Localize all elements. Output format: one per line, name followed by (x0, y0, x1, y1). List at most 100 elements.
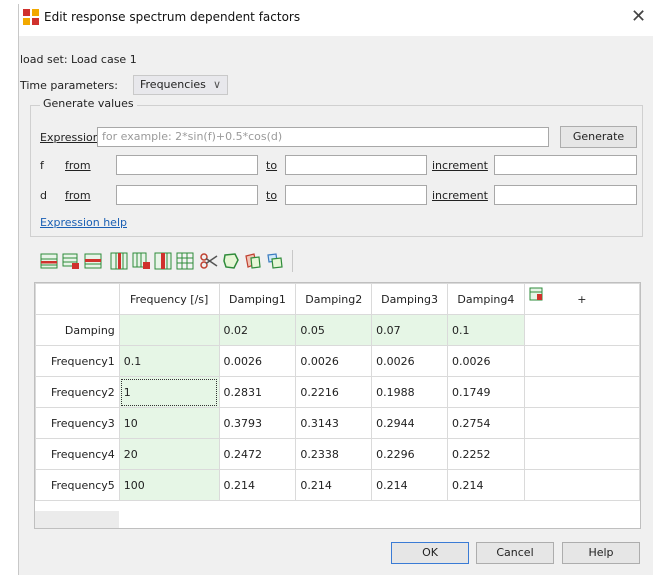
table-cell[interactable] (523, 345, 640, 377)
header-row: Frequency [/s] Damping1 Damping2 Damping… (35, 283, 640, 315)
table-cell[interactable]: 0.2296 (371, 438, 448, 470)
table-row: Frequency5 100 0.214 0.214 0.214 0.214 (35, 469, 640, 501)
table-cell[interactable] (118, 314, 220, 346)
d-increment-label: increment (432, 189, 488, 202)
row-header: Frequency5 (35, 469, 120, 501)
expression-input[interactable]: for example: 2*sin(f)+0.5*cos(d) (97, 127, 549, 147)
table-cell[interactable]: 0.214 (295, 469, 373, 501)
column-header[interactable]: Damping3 (371, 283, 448, 315)
load-set-label: load set: Load case 1 (20, 53, 137, 66)
d-to-label: to (266, 189, 278, 202)
f-to-input[interactable] (285, 155, 427, 175)
table-cell[interactable]: 0.2216 (295, 376, 373, 408)
generate-button[interactable]: Generate (560, 126, 637, 148)
table-cell[interactable] (523, 314, 640, 346)
paste-icon[interactable] (244, 252, 262, 270)
d-increment-input[interactable] (494, 185, 637, 205)
f-increment-input[interactable] (494, 155, 637, 175)
f-from-label: from (65, 159, 91, 172)
f-to-label: to (266, 159, 278, 172)
table-cell[interactable]: 0.0026 (446, 345, 525, 377)
table-cell[interactable]: 0.1 (446, 314, 525, 346)
table-cell[interactable]: 0.2338 (295, 438, 373, 470)
clear-table-icon[interactable] (176, 252, 194, 270)
toolbar-separator (292, 250, 293, 272)
delete-row-icon[interactable] (84, 252, 102, 270)
factors-grid: Frequency [/s] Damping1 Damping2 Damping… (34, 282, 641, 529)
table-cell[interactable]: 0.07 (371, 314, 448, 346)
append-row-icon[interactable] (62, 252, 80, 270)
table-cell[interactable]: 0.1749 (446, 376, 525, 408)
table-cell[interactable]: 0.1 (118, 345, 220, 377)
table-cell[interactable]: 0.214 (218, 469, 297, 501)
column-header[interactable]: Frequency [/s] (118, 283, 220, 315)
table-cell[interactable]: 0.2472 (218, 438, 297, 470)
table-cell[interactable]: 0.0026 (371, 345, 448, 377)
table-cell[interactable]: 20 (118, 438, 220, 470)
row-header: Frequency1 (35, 345, 120, 377)
table-cell[interactable]: 0.1988 (371, 376, 448, 408)
expression-placeholder: for example: 2*sin(f)+0.5*cos(d) (102, 130, 283, 143)
copy-icon[interactable] (222, 252, 240, 270)
f-increment-label: increment (432, 159, 488, 172)
grid-footer-corner (35, 511, 119, 528)
table-cell[interactable]: 10 (118, 407, 220, 439)
row-header: Frequency2 (35, 376, 120, 408)
cut-icon[interactable] (200, 252, 218, 270)
table-cell[interactable]: 0.0026 (218, 345, 297, 377)
table-cell[interactable]: 0.3143 (295, 407, 373, 439)
table-row: Frequency4 20 0.2472 0.2338 0.2296 0.225… (35, 438, 640, 470)
close-icon[interactable]: ✕ (631, 6, 646, 27)
row-header: Frequency3 (35, 407, 120, 439)
damping-row: Damping 0.02 0.05 0.07 0.1 (35, 314, 640, 346)
table-cell[interactable]: 0.3793 (218, 407, 297, 439)
d-to-input[interactable] (285, 185, 427, 205)
chevron-down-icon: ∨ (212, 78, 221, 91)
ok-button[interactable]: OK (391, 542, 469, 564)
table-row: Frequency3 10 0.3793 0.3143 0.2944 0.275… (35, 407, 640, 439)
table-cell[interactable]: 0.2754 (446, 407, 525, 439)
column-header[interactable]: Damping4 (446, 283, 542, 315)
table-cell[interactable] (523, 376, 640, 408)
d-from-input[interactable] (116, 185, 258, 205)
table-cell[interactable]: 1 (118, 376, 220, 408)
table-cell[interactable]: 0.214 (446, 469, 525, 501)
expression-help-link[interactable]: Expression help (40, 216, 127, 229)
f-variable-label: f (40, 159, 44, 172)
window-title: Edit response spectrum dependent factors (44, 10, 301, 24)
factors-table: Frequency [/s] Damping1 Damping2 Damping… (35, 283, 640, 501)
table-cell[interactable] (523, 438, 640, 470)
column-header-label: Damping4 (457, 292, 515, 306)
append-column-icon[interactable] (132, 252, 150, 270)
column-header[interactable]: Damping1 (218, 283, 297, 315)
generate-values-legend: Generate values (40, 97, 137, 110)
time-parameters-value: Frequencies (140, 78, 206, 91)
insert-column-icon[interactable] (110, 252, 128, 270)
table-cell[interactable]: 0.2831 (218, 376, 297, 408)
time-parameters-select[interactable]: Frequencies ∨ (133, 75, 228, 95)
column-header[interactable]: Damping2 (295, 283, 373, 315)
help-button[interactable]: Help (562, 542, 640, 564)
table-cell[interactable]: 0.02 (218, 314, 297, 346)
table-cell[interactable]: 0.0026 (295, 345, 373, 377)
table-cell[interactable]: 0.214 (371, 469, 448, 501)
table-cell[interactable]: 0.05 (295, 314, 373, 346)
corner-cell (35, 283, 120, 315)
cancel-button[interactable]: Cancel (476, 542, 554, 564)
table-row: Frequency2 1 0.2831 0.2216 0.1988 0.1749 (35, 376, 640, 408)
table-cell[interactable]: 0.2252 (446, 438, 525, 470)
app-icon (23, 9, 39, 25)
delete-column-icon[interactable] (154, 252, 172, 270)
table-cell[interactable]: 100 (118, 469, 220, 501)
insert-row-icon[interactable] (40, 252, 58, 270)
f-from-input[interactable] (116, 155, 258, 175)
row-header: Damping (35, 314, 120, 346)
table-cell[interactable] (523, 407, 640, 439)
table-cell[interactable]: 0.2944 (371, 407, 448, 439)
row-header: Frequency4 (35, 438, 120, 470)
time-parameters-label: Time parameters: (20, 79, 118, 92)
expression-label: Expression (40, 131, 100, 144)
d-variable-label: d (40, 189, 47, 202)
table-cell[interactable] (523, 469, 640, 501)
paste-special-icon[interactable] (266, 252, 284, 270)
